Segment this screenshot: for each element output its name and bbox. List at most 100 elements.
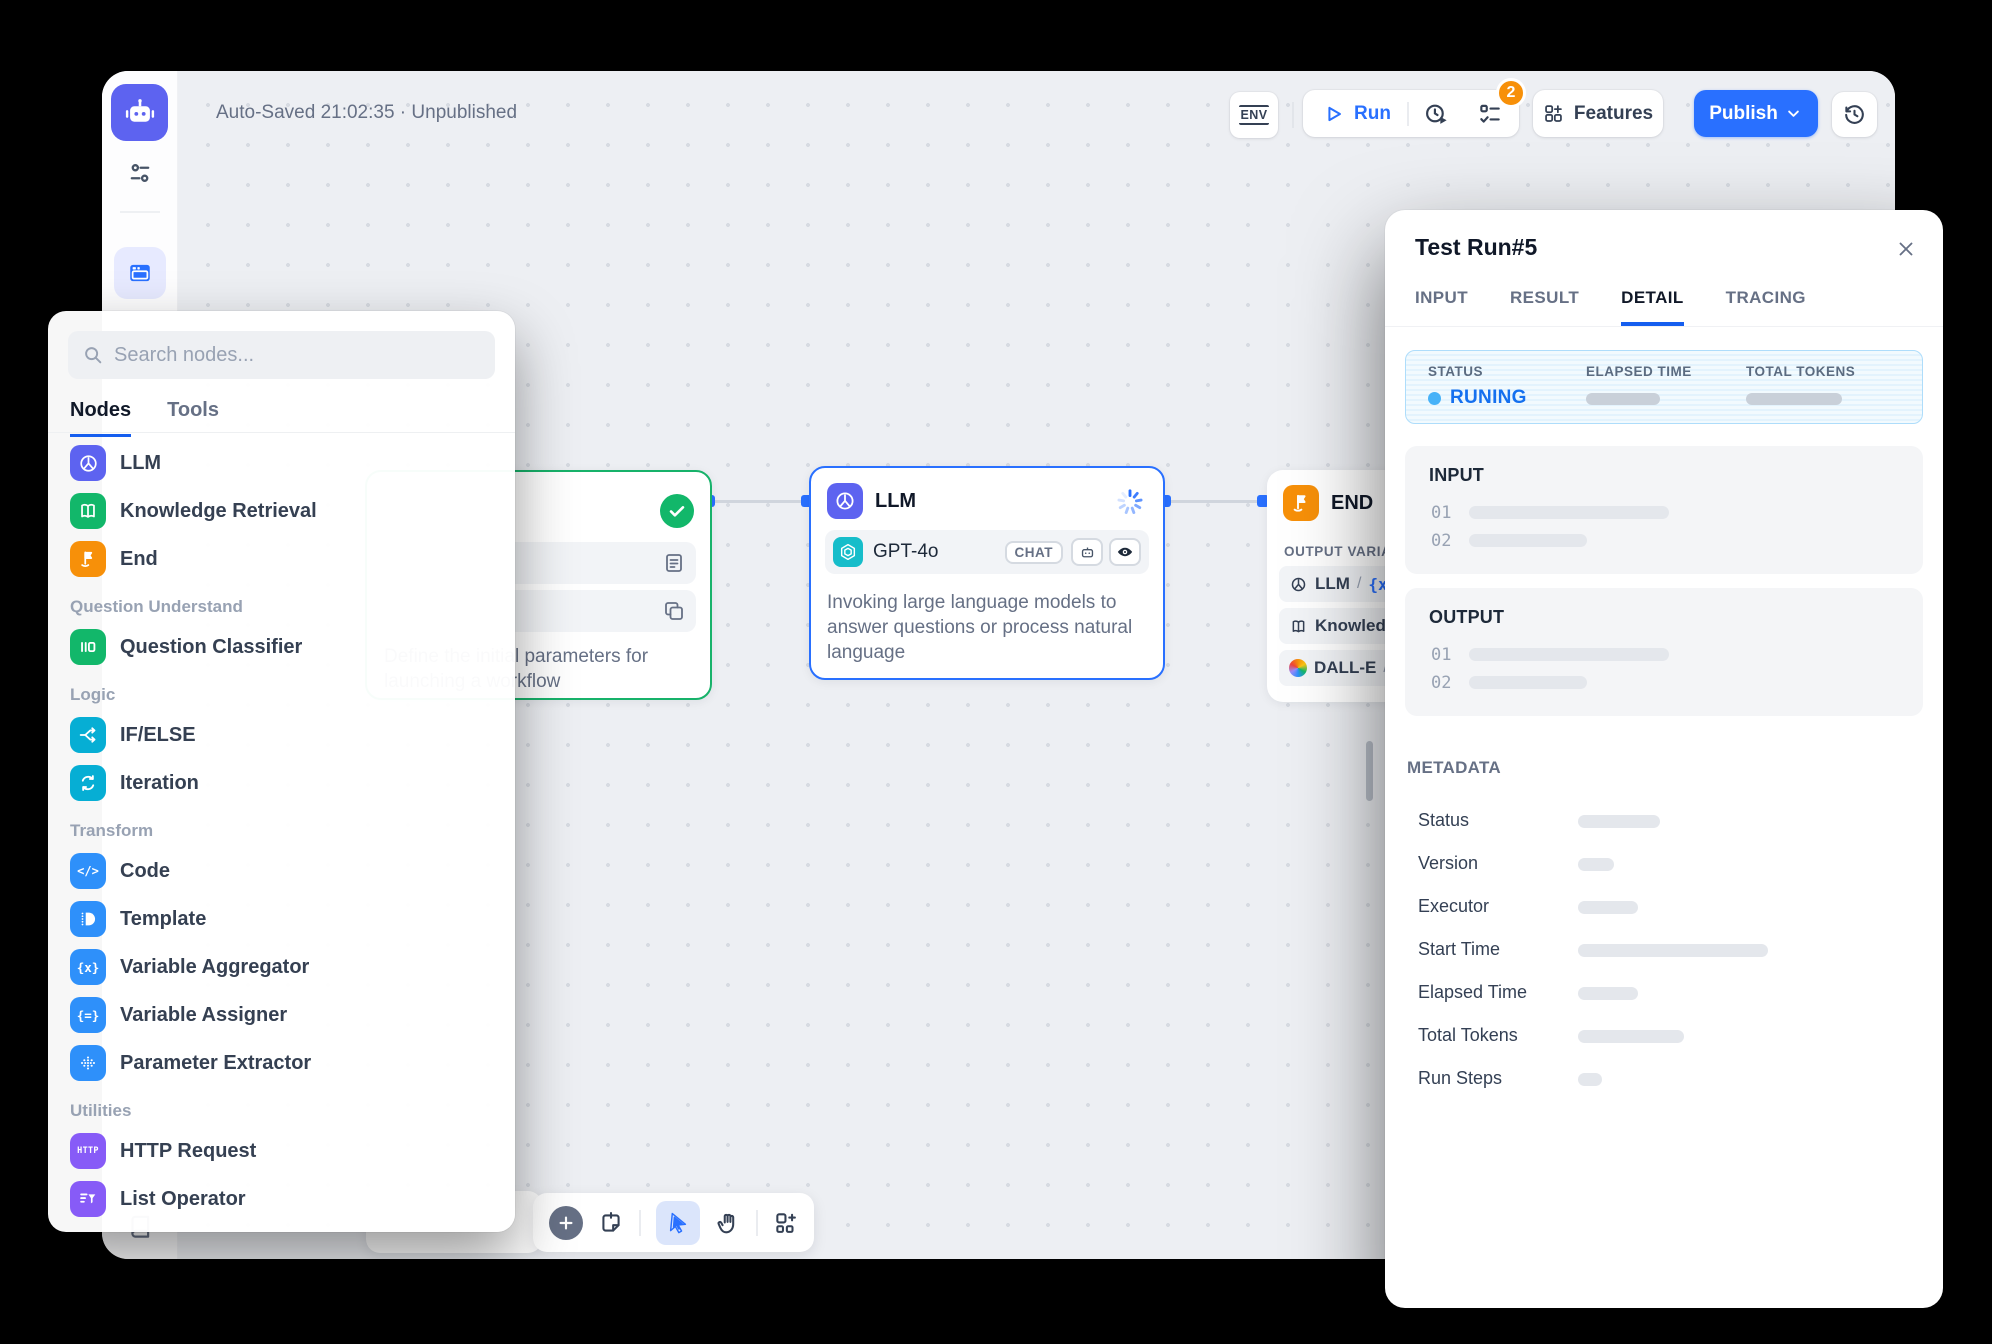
window-panel-icon — [127, 260, 153, 286]
book-mini-icon — [1289, 617, 1308, 636]
meta-elapsed-time-label: Elapsed Time — [1418, 982, 1527, 1003]
model-selector[interactable]: GPT-4o CHAT — [825, 530, 1149, 574]
add-node-button[interactable] — [549, 1206, 583, 1240]
tab-result[interactable]: RESULT — [1510, 288, 1579, 326]
env-icon: ENV — [1239, 105, 1270, 125]
input-skeleton — [1469, 506, 1669, 519]
node-item-variable-aggregator[interactable]: {x} Variable Aggregator — [62, 943, 507, 991]
test-run-tabs: INPUT RESULT DETAIL TRACING — [1415, 288, 1806, 326]
node-item-end[interactable]: End — [62, 535, 507, 583]
robot-mini-icon[interactable] — [1071, 538, 1103, 566]
organize-nodes-button[interactable] — [773, 1210, 799, 1236]
meta-status-label: Status — [1418, 810, 1469, 831]
workflow-settings-icon[interactable] — [126, 159, 154, 187]
node-item-template[interactable]: Template — [62, 895, 507, 943]
section-logic: Logic — [62, 671, 507, 711]
add-note-button[interactable] — [598, 1210, 624, 1236]
classifier-icon — [70, 629, 106, 665]
app-logo[interactable] — [111, 84, 168, 141]
meta-version-label: Version — [1418, 853, 1478, 874]
output-title: OUTPUT — [1429, 607, 1504, 628]
clock-restore-icon — [1842, 102, 1867, 127]
meta-total-tokens-label: Total Tokens — [1418, 1025, 1518, 1046]
line-number: 02 — [1431, 673, 1451, 693]
tab-tracing[interactable]: TRACING — [1726, 288, 1806, 326]
meta-skeleton — [1578, 944, 1768, 957]
list-filter-icon — [70, 1181, 106, 1217]
end-node-icon — [1283, 485, 1319, 521]
llm-mini-icon — [1289, 575, 1308, 594]
chevron-down-icon — [1784, 104, 1803, 123]
features-button[interactable]: Features — [1533, 90, 1663, 137]
notification-badge[interactable]: 2 — [1496, 78, 1526, 108]
tab-input[interactable]: INPUT — [1415, 288, 1468, 326]
llm-node[interactable]: LLM GPT-4o CHAT — [809, 466, 1165, 680]
close-icon[interactable] — [1895, 238, 1917, 260]
flag-icon — [70, 541, 106, 577]
sidebar-item-panel-active[interactable] — [114, 247, 166, 299]
tabs-divider — [1385, 326, 1943, 327]
branch-icon — [70, 717, 106, 753]
play-icon — [1323, 103, 1345, 125]
elapsed-time-label: ELAPSED TIME — [1586, 364, 1692, 379]
canvas-scroll-indicator[interactable] — [1366, 741, 1373, 801]
pointer-mode-button[interactable] — [656, 1201, 700, 1245]
run-label: Run — [1354, 103, 1391, 125]
topbar-divider — [1292, 102, 1294, 128]
vision-eye-icon[interactable] — [1109, 538, 1141, 566]
section-utilities: Utilities — [62, 1087, 507, 1127]
hand-mode-button[interactable] — [715, 1210, 741, 1236]
run-control-group: Run 2 — [1303, 90, 1519, 137]
node-item-question-classifier[interactable]: Question Classifier — [62, 623, 507, 671]
node-item-list-operator[interactable]: List Operator — [62, 1175, 507, 1223]
run-group-divider — [1407, 102, 1409, 126]
run-button[interactable]: Run — [1303, 103, 1407, 125]
test-run-panel: Test Run#5 INPUT RESULT DETAIL TRACING S… — [1385, 210, 1943, 1308]
parameter-extractor-icon — [70, 1045, 106, 1081]
success-check-icon — [660, 494, 694, 528]
line-number: 02 — [1431, 531, 1451, 551]
model-name: GPT-4o — [873, 541, 1005, 563]
loop-icon — [70, 765, 106, 801]
node-search-box[interactable] — [68, 331, 495, 379]
node-item-iteration[interactable]: Iteration — [62, 759, 507, 807]
node-item-http-request[interactable]: HTTP HTTP Request — [62, 1127, 507, 1175]
status-label: STATUS — [1428, 364, 1483, 379]
total-tokens-label: TOTAL TOKENS — [1746, 364, 1855, 379]
run-history-timer-icon[interactable] — [1423, 101, 1449, 127]
meta-skeleton — [1578, 858, 1614, 871]
node-search-panel: Nodes Tools LLM Knowledge Retrieval — [48, 311, 515, 1232]
checklist-icon[interactable] — [1477, 101, 1503, 127]
node-item-knowledge-retrieval[interactable]: Knowledge Retrieval — [62, 487, 507, 535]
search-icon — [82, 344, 104, 366]
meta-skeleton — [1578, 815, 1660, 828]
search-input[interactable] — [114, 344, 481, 367]
sidebar-divider — [120, 211, 160, 213]
meta-skeleton — [1578, 1030, 1684, 1043]
robot-icon — [123, 96, 157, 130]
input-card: INPUT 01 02 — [1405, 446, 1923, 574]
llm-node-title: LLM — [875, 490, 916, 513]
publish-button[interactable]: Publish — [1694, 90, 1818, 137]
llm-node-description: Invoking large language models to answer… — [827, 590, 1149, 665]
tab-detail[interactable]: DETAIL — [1621, 288, 1684, 326]
copy-icon — [662, 599, 686, 623]
node-item-ifelse[interactable]: IF/ELSE — [62, 711, 507, 759]
node-list: LLM Knowledge Retrieval End Question Und… — [62, 439, 507, 1223]
variable-assigner-icon: {=} — [70, 997, 106, 1033]
node-item-code[interactable]: </> Code — [62, 847, 507, 895]
grid-plus-icon — [1543, 103, 1564, 124]
dalle-icon — [1289, 659, 1307, 677]
autosave-status: Auto-Saved 21:02:35 · Unpublished — [216, 102, 517, 124]
end-node-title: END — [1331, 492, 1373, 515]
edge-llm-to-end — [1167, 500, 1263, 503]
total-tokens-skeleton — [1746, 393, 1842, 405]
version-history-button[interactable] — [1832, 92, 1877, 137]
node-item-parameter-extractor[interactable]: Parameter Extractor — [62, 1039, 507, 1087]
canvas-toolbar — [533, 1193, 814, 1252]
env-button[interactable]: ENV — [1230, 92, 1278, 138]
node-item-llm[interactable]: LLM — [62, 439, 507, 487]
node-item-variable-assigner[interactable]: {=} Variable Assigner — [62, 991, 507, 1039]
section-transform: Transform — [62, 807, 507, 847]
meta-start-time-label: Start Time — [1418, 939, 1500, 960]
